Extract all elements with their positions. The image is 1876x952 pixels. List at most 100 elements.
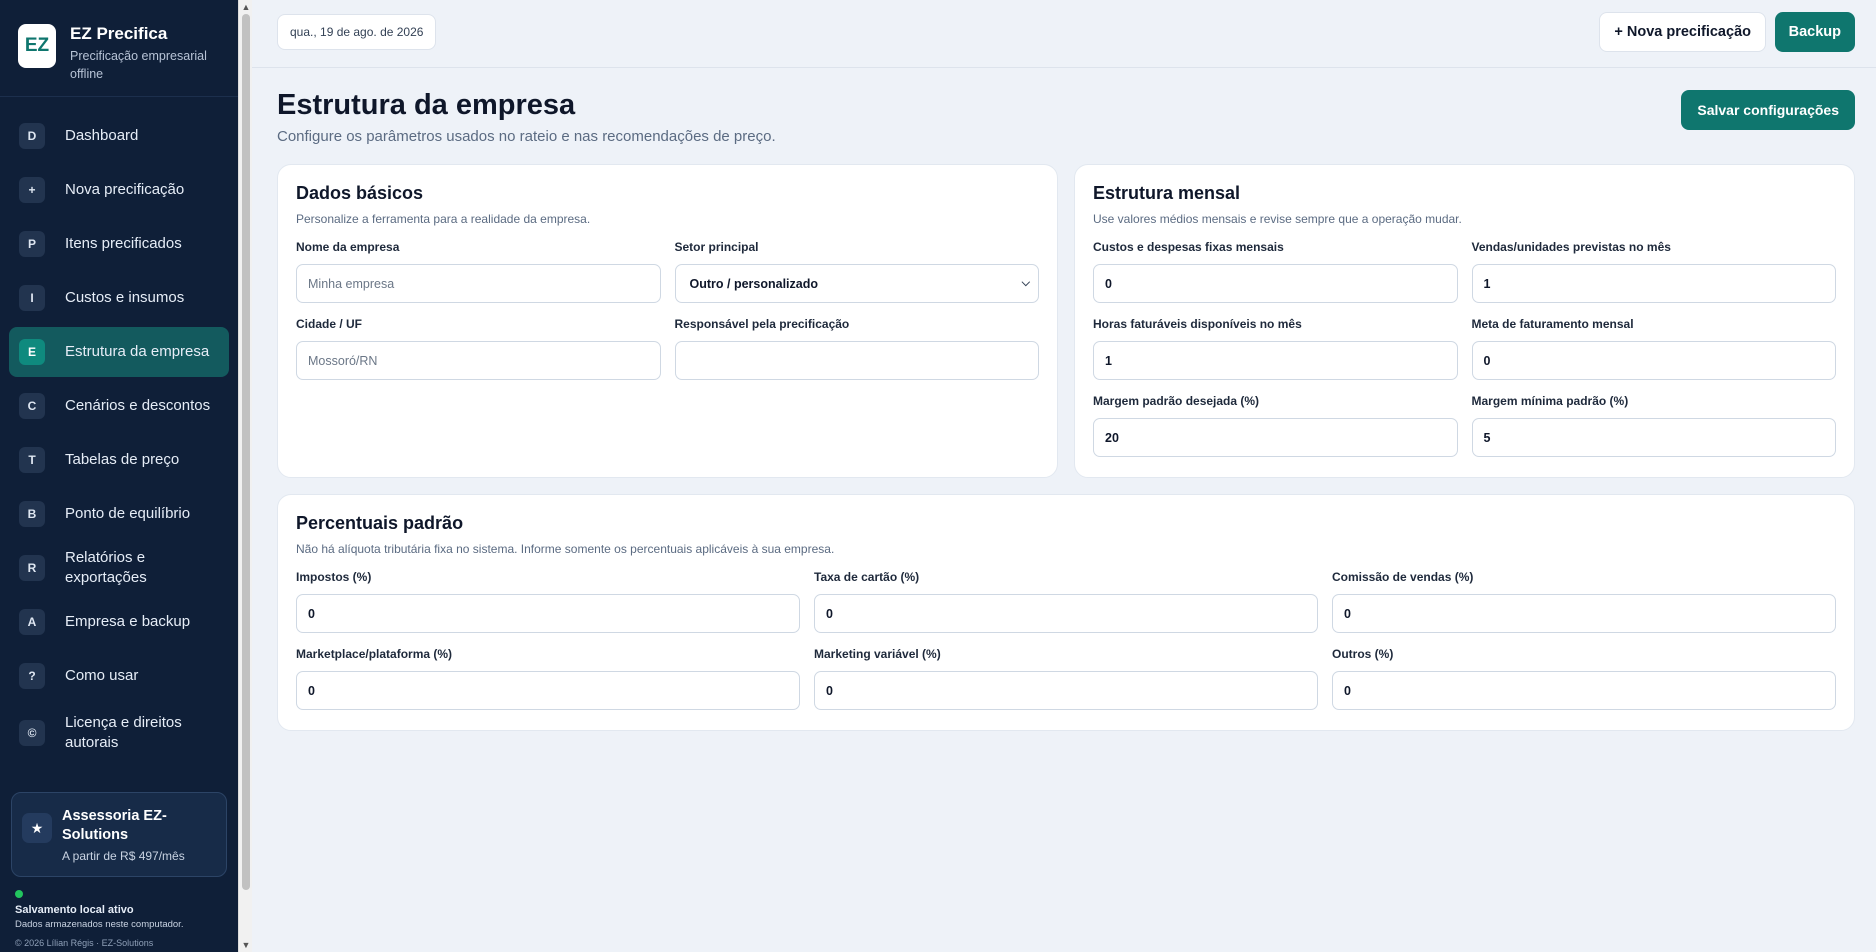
sidebar-item-ponto-equilibrio[interactable]: B Ponto de equilíbrio	[9, 489, 229, 539]
field-label: Setor principal	[674, 240, 759, 254]
sector-select[interactable]: Outro / personalizado ⌵	[674, 264, 1039, 303]
brand-title: EZ Precifica	[70, 24, 168, 43]
field-label: Custos e despesas fixas mensais	[1093, 240, 1284, 254]
taxes-input[interactable]: 0	[296, 594, 800, 633]
sector-select-value: Outro / personalizado	[689, 276, 819, 291]
star-icon: ★	[22, 813, 52, 843]
sidebar-scrollbar[interactable]: ▲ ▼	[238, 0, 252, 952]
fixed-costs-field-group: Custos e despesas fixas mensais 0	[1093, 240, 1458, 317]
nav-key-badge: A	[19, 609, 45, 635]
field-label: Comissão de vendas (%)	[1332, 570, 1474, 584]
marketplace-input[interactable]: 0	[296, 671, 800, 710]
sidebar-item-tabelas-preco[interactable]: T Tabelas de preço	[9, 435, 229, 485]
sidebar-item-empresa-backup[interactable]: A Empresa e backup	[9, 597, 229, 647]
nav-key-badge: T	[19, 447, 45, 473]
nav-key-badge: +	[19, 177, 45, 203]
city-field-group: Cidade / UF Mossoró/RN	[296, 317, 661, 394]
sidebar-item-label: Itens precificados	[65, 235, 182, 252]
others-field-group: Outros (%) 0	[1332, 647, 1836, 724]
field-label: Marketing variável (%)	[814, 647, 941, 661]
marketing-input[interactable]: 0	[814, 671, 1318, 710]
sidebar-item-nova-precificacao[interactable]: + Nova precificação	[9, 165, 229, 215]
promo-card[interactable]: ★ Assessoria EZ-Solutions A partir de R$…	[11, 792, 227, 877]
scrollbar-thumb[interactable]	[242, 14, 250, 890]
field-label: Meta de faturamento mensal	[1471, 317, 1634, 331]
others-input[interactable]: 0	[1332, 671, 1836, 710]
sidebar-item-estrutura-empresa[interactable]: E Estrutura da empresa	[9, 327, 229, 377]
topbar: qua., 19 de ago. de 2026 + Nova precific…	[252, 0, 1876, 68]
field-label: Horas faturáveis disponíveis no mês	[1093, 317, 1302, 331]
min-margin-input[interactable]: 5	[1471, 418, 1836, 457]
sidebar-item-relatorios[interactable]: R Relatórios e exportações	[9, 543, 229, 593]
new-pricing-button[interactable]: + Nova precificação	[1599, 12, 1766, 52]
nav-key-badge: P	[19, 231, 45, 257]
date-display: qua., 19 de ago. de 2026	[277, 14, 437, 50]
card-fee-input[interactable]: 0	[814, 594, 1318, 633]
monthly-structure-card: Estrutura mensal Use valores médios mens…	[1074, 164, 1855, 478]
default-margin-field-group: Margem padrão desejada (%) 20	[1093, 394, 1458, 471]
field-label: Vendas/unidades previstas no mês	[1471, 240, 1671, 254]
sidebar-item-label: Como usar	[65, 667, 139, 684]
field-label: Taxa de cartão (%)	[814, 570, 920, 584]
promo-title: Assessoria EZ-Solutions	[62, 808, 167, 843]
field-label: Nome da empresa	[296, 240, 400, 254]
sidebar-item-label: Cenários e descontos	[65, 397, 211, 414]
company-name-input[interactable]: Minha empresa	[296, 264, 661, 303]
nav-key-badge: R	[19, 555, 45, 581]
city-input[interactable]: Mossoró/RN	[296, 341, 661, 380]
billable-hours-field-group: Horas faturáveis disponíveis no mês 1	[1093, 317, 1458, 394]
scroll-up-arrow-icon[interactable]: ▲	[239, 0, 253, 14]
sidebar-item-licenca[interactable]: © Licença e direitos autorais	[9, 705, 229, 761]
backup-button[interactable]: Backup	[1774, 12, 1855, 52]
nav-key-badge: C	[19, 393, 45, 419]
sidebar-item-cenarios-descontos[interactable]: C Cenários e descontos	[9, 381, 229, 431]
min-margin-field-group: Margem mínima padrão (%) 5	[1471, 394, 1836, 471]
commission-input[interactable]: 0	[1332, 594, 1836, 633]
card-title: Dados básicos	[296, 183, 424, 203]
brand-subtitle: Precificação empresarial offline	[70, 49, 207, 81]
responsible-field-group: Responsável pela precificação	[674, 317, 1039, 394]
revenue-goal-input[interactable]: 0	[1471, 341, 1836, 380]
responsible-input[interactable]	[674, 341, 1039, 380]
copyright-icon: ©	[19, 720, 45, 746]
card-title: Estrutura mensal	[1093, 183, 1241, 203]
brand: EZ EZ Precifica Precificação empresarial…	[0, 0, 238, 97]
marketplace-field-group: Marketplace/plataforma (%) 0	[296, 647, 800, 724]
nav-key-badge: E	[19, 339, 45, 365]
status-subtitle: Dados armazenados neste computador.	[15, 919, 184, 930]
taxes-field-group: Impostos (%) 0	[296, 570, 800, 647]
status-dot-icon	[15, 890, 23, 898]
sidebar-item-label: Empresa e backup	[65, 613, 191, 630]
save-settings-button[interactable]: Salvar configurações	[1681, 90, 1855, 130]
sector-field-group: Setor principal Outro / personalizado ⌵	[674, 240, 1039, 317]
status-title: Salvamento local ativo	[15, 904, 134, 916]
fixed-costs-input[interactable]: 0	[1093, 264, 1458, 303]
brand-logo: EZ	[18, 24, 56, 68]
card-title: Percentuais padrão	[296, 513, 464, 533]
billable-hours-input[interactable]: 1	[1093, 341, 1458, 380]
save-status: Salvamento local ativo Dados armazenados…	[15, 890, 225, 948]
field-label: Outros (%)	[1332, 647, 1394, 661]
sidebar-item-como-usar[interactable]: ? Como usar	[9, 651, 229, 701]
copyright-text: © 2026 Lílian Régis · EZ-Solutions	[15, 938, 154, 948]
field-label: Marketplace/plataforma (%)	[296, 647, 453, 661]
sales-units-input[interactable]: 1	[1471, 264, 1836, 303]
page-title: Estrutura da empresa	[277, 89, 576, 121]
page-header: Estrutura da empresa Configure os parâme…	[252, 68, 1876, 164]
page-subtitle: Configure os parâmetros usados no rateio…	[277, 128, 776, 145]
field-label: Impostos (%)	[296, 570, 372, 584]
commission-field-group: Comissão de vendas (%) 0	[1332, 570, 1836, 647]
revenue-goal-field-group: Meta de faturamento mensal 0	[1471, 317, 1836, 394]
nav-key-badge: B	[19, 501, 45, 527]
card-subtitle: Personalize a ferramenta para a realidad…	[296, 212, 591, 226]
sidebar-item-dashboard[interactable]: D Dashboard	[9, 111, 229, 161]
sidebar: EZ EZ Precifica Precificação empresarial…	[0, 0, 238, 952]
default-margin-input[interactable]: 20	[1093, 418, 1458, 457]
company-name-field-group: Nome da empresa Minha empresa	[296, 240, 661, 317]
sidebar-item-itens-precificados[interactable]: P Itens precificados	[9, 219, 229, 269]
nav-key-badge: D	[19, 123, 45, 149]
sidebar-item-custos-insumos[interactable]: I Custos e insumos	[9, 273, 229, 323]
sidebar-nav: D Dashboard + Nova precificação P Itens …	[0, 97, 238, 761]
scroll-down-arrow-icon[interactable]: ▼	[239, 938, 253, 952]
field-label: Responsável pela precificação	[674, 317, 850, 331]
